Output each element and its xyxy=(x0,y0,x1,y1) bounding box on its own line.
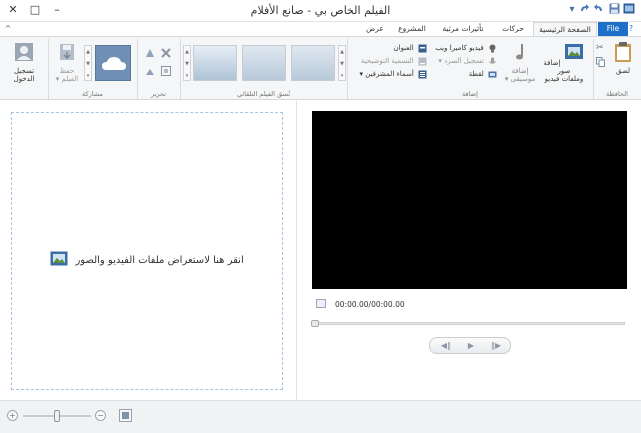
seek-thumb[interactable] xyxy=(311,320,319,327)
undo-icon[interactable] xyxy=(592,3,606,17)
zoom-slider-thumb[interactable] xyxy=(54,410,60,422)
pane-divider[interactable] xyxy=(296,101,297,400)
playback-controls: ◀‖ ▶ ‖▶ xyxy=(429,337,511,354)
main-area: انقر هنا لاستعراض ملفات الفيديو والصور 0… xyxy=(0,101,641,400)
group-signin: تسجيل الدخول xyxy=(0,39,47,99)
select-all-icon[interactable] xyxy=(160,65,172,79)
save-movie-label-2: الفيلم ▾ xyxy=(55,75,79,83)
cloud-share-button[interactable] xyxy=(95,45,131,81)
tab-animations[interactable]: حركات xyxy=(495,22,531,36)
film-photo-icon xyxy=(564,44,583,59)
copy-icon[interactable] xyxy=(596,57,606,67)
sign-in-button[interactable]: تسجيل الدخول xyxy=(6,41,42,83)
save-movie-icon xyxy=(60,44,74,60)
caption-label: التسمية التوضيحية xyxy=(360,57,414,65)
paste-label: لصق xyxy=(615,67,631,75)
music-note-icon xyxy=(516,44,523,60)
group-automovie-label: نُسق الفيلم التلقائي xyxy=(236,90,291,98)
rotate-left-icon[interactable] xyxy=(144,47,156,61)
credits-icon xyxy=(418,70,427,79)
next-frame-button[interactable]: ‖▶ xyxy=(486,340,506,352)
group-editing: تحرير xyxy=(137,39,179,99)
user-account-icon xyxy=(15,43,33,61)
snapshot-button[interactable]: لقطة xyxy=(469,69,497,80)
cloud-icon xyxy=(102,57,126,70)
storyboard-placeholder[interactable]: انقر هنا لاستعراض ملفات الفيديو والصور xyxy=(12,251,282,269)
storyboard-pane[interactable]: انقر هنا لاستعراض ملفات الفيديو والصور xyxy=(11,112,283,390)
group-add-label: إضافة xyxy=(462,90,478,98)
caption-icon xyxy=(418,57,427,66)
group-clipboard: لصق ✂ الحافظة xyxy=(593,39,640,99)
group-automovie-themes: ▲ ▼ ▾ ▲ ▼ ▾ نُسق الفيلم التلقائي xyxy=(180,39,346,99)
tab-visual-effects[interactable]: تأثيرات مرئية xyxy=(433,22,493,36)
save-icon[interactable] xyxy=(607,3,621,17)
zoom-in-button[interactable]: + xyxy=(7,410,18,421)
theme-thumbnail-1[interactable] xyxy=(193,45,237,81)
tab-file[interactable]: File xyxy=(598,22,628,36)
rotate-right-icon[interactable] xyxy=(144,65,156,79)
sign-in-label-2: الدخول xyxy=(13,75,35,83)
tab-view[interactable]: عرض xyxy=(360,22,390,36)
add-videos-photos-button[interactable]: إضافة صور وملفات فيديو xyxy=(538,41,590,83)
microphone-icon xyxy=(488,57,497,66)
snapshot-label: لقطة xyxy=(468,70,484,78)
save-movie-label-1: حفظ xyxy=(59,67,75,75)
collapse-ribbon-icon[interactable]: ^ xyxy=(3,22,13,36)
group-sharing: ▲ ▼ ▾ حفظ الفيلم ▾ مشاركة xyxy=(48,39,136,99)
theme-thumbnail-3[interactable] xyxy=(291,45,335,81)
previous-frame-button[interactable]: ◀‖ xyxy=(436,340,456,352)
clipboard-icon xyxy=(615,42,631,62)
timecode: 00:00.00/00:00.00 xyxy=(335,300,405,309)
add-music-label-1: إضافة xyxy=(511,67,529,75)
video-preview[interactable] xyxy=(312,111,627,289)
sign-in-label-1: تسجيل xyxy=(13,67,35,75)
group-sharing-label: مشاركة xyxy=(82,90,103,98)
credits-label: أسماء المشرفين ▾ xyxy=(359,70,414,78)
share-scroll-control[interactable]: ▲ ▼ ▾ xyxy=(84,45,92,81)
themes-scroll-control-left[interactable]: ▲ ▼ ▾ xyxy=(183,45,191,81)
record-narration-button[interactable]: تسجيل السرد ▾ xyxy=(438,56,497,67)
group-add: إضافة صور وملفات فيديو إضافة موسيقى ▾ في… xyxy=(347,39,592,99)
cut-icon[interactable]: ✂ xyxy=(596,43,606,53)
theme-thumbnail-2[interactable] xyxy=(242,45,286,81)
thumbnail-size-icon[interactable] xyxy=(119,409,132,424)
preview-snapshot-icon[interactable] xyxy=(316,299,326,308)
ribbon: لصق ✂ الحافظة إضافة صور وملفات فيديو إضا… xyxy=(0,36,641,100)
save-movie-button[interactable]: حفظ الفيلم ▾ xyxy=(51,41,83,83)
window-title: الفيلم الخاص بي - صانع الأفلام xyxy=(250,4,391,17)
themes-scroll-control[interactable]: ▲ ▼ ▾ xyxy=(338,45,346,81)
snapshot-icon xyxy=(488,70,497,79)
add-music-label-2: موسيقى ▾ xyxy=(504,75,536,83)
tab-project[interactable]: المشروع xyxy=(393,22,431,36)
movie-maker-app-icon xyxy=(622,3,636,17)
remove-icon[interactable] xyxy=(160,47,172,61)
title-icon xyxy=(418,44,427,53)
group-clipboard-label: الحافظة xyxy=(606,90,628,98)
title-bar: ✕ □ – الفيلم الخاص بي - صانع الأفلام ▾ xyxy=(0,0,641,22)
webcam-video-label: فيديو كاميرا ويب xyxy=(435,44,484,52)
ribbon-tab-bar: ^ ? File الصفحة الرئيسية حركات تأثيرات م… xyxy=(0,22,641,36)
tab-home[interactable]: الصفحة الرئيسية xyxy=(533,22,597,36)
caption-button[interactable]: التسمية التوضيحية xyxy=(361,56,427,67)
webcam-video-button[interactable]: فيديو كاميرا ويب xyxy=(435,43,497,54)
add-music-button[interactable]: إضافة موسيقى ▾ xyxy=(504,41,536,83)
zoom-out-button[interactable]: − xyxy=(95,410,106,421)
play-button[interactable]: ▶ xyxy=(461,340,481,352)
record-narration-label: تسجيل السرد ▾ xyxy=(438,57,484,65)
redo-icon[interactable] xyxy=(577,3,591,17)
paste-button[interactable]: لصق xyxy=(606,41,640,75)
webcam-icon xyxy=(488,44,497,53)
title-label: العنوان xyxy=(393,44,414,52)
status-bar: + − xyxy=(0,400,641,433)
storyboard-placeholder-label: انقر هنا لاستعراض ملفات الفيديو والصور xyxy=(75,255,244,266)
seek-bar[interactable] xyxy=(311,320,625,327)
title-button[interactable]: العنوان xyxy=(393,43,427,54)
film-photo-icon xyxy=(50,251,68,269)
add-videos-photos-label-2: وملفات فيديو xyxy=(544,75,584,83)
group-editing-label: تحرير xyxy=(151,90,166,98)
credits-button[interactable]: أسماء المشرفين ▾ xyxy=(360,69,428,80)
